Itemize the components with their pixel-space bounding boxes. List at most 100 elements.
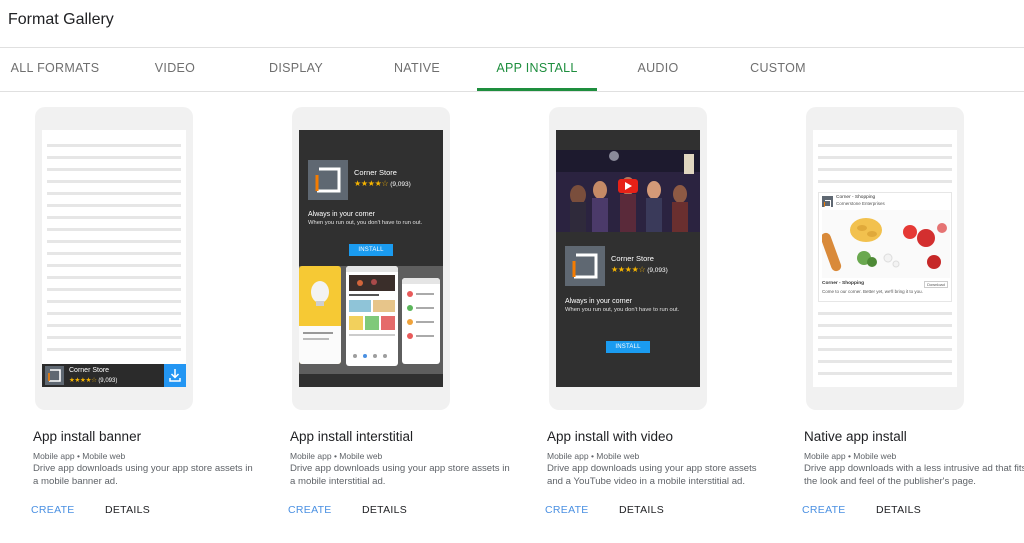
carousel-dot	[353, 354, 357, 358]
content-line	[47, 144, 181, 147]
store-name: Corner Store	[354, 168, 397, 177]
rating-stars: ★★★★☆	[611, 265, 646, 274]
tab-custom[interactable]: CUSTOM	[742, 48, 814, 91]
card-title: App install with video	[547, 429, 674, 444]
content-line	[47, 240, 181, 243]
tab-app-install[interactable]: APP INSTALL	[477, 48, 597, 91]
ad-subline: When you run out, you don't have to run …	[565, 307, 680, 313]
card-description: Drive app downloads with a less intrusiv…	[804, 463, 1024, 487]
card-native-app-install: Corner - Shopping Cornerstone Enterprise…	[771, 92, 1024, 543]
card-description: Drive app downloads using your app store…	[290, 463, 510, 487]
create-button[interactable]: CREATE	[31, 504, 75, 516]
store-rating: ★★★★☆ (9,093)	[611, 265, 668, 274]
content-line	[818, 180, 952, 183]
content-line	[47, 204, 181, 207]
content-line	[47, 348, 181, 351]
banner-rating: ★★★★☆ (9,093)	[69, 376, 117, 384]
content-line	[47, 228, 181, 231]
rating-stars: ★★★★☆	[69, 377, 97, 384]
card-title: Native app install	[804, 429, 907, 444]
tab-app-install-label: APP INSTALL	[496, 61, 578, 75]
create-button[interactable]: CREATE	[288, 504, 332, 516]
card-description: Drive app downloads using your app store…	[33, 463, 253, 487]
food-image	[820, 210, 950, 278]
content-line	[47, 288, 181, 291]
content-line	[818, 360, 952, 363]
content-line	[818, 168, 952, 171]
content-line	[818, 372, 952, 375]
content-line	[818, 144, 952, 147]
ad-subline: When you run out, you don't have to run …	[308, 220, 423, 226]
content-line	[47, 336, 181, 339]
native-ad: Corner - Shopping Cornerstone Enterprise…	[818, 192, 952, 302]
tab-native[interactable]: NATIVE	[386, 48, 448, 91]
content-line	[47, 264, 181, 267]
tab-display[interactable]: DISPLAY	[262, 48, 330, 91]
phone-preview[interactable]: Corner Store ★★★★☆ (9,093) Always in you…	[292, 107, 450, 410]
store-rating: ★★★★☆ (9,093)	[354, 179, 411, 188]
card-platforms: Mobile app • Mobile web	[547, 451, 640, 461]
banner-ad: Corner Store ★★★★☆ (9,093)	[42, 364, 186, 387]
rating-count: (9,093)	[390, 181, 411, 188]
screenshot-lightbulb	[299, 266, 341, 364]
card-app-install-with-video: Corner Store ★★★★☆ (9,093) Always in you…	[514, 92, 771, 543]
phone-preview[interactable]: Corner Store ★★★★☆ (9,093) Always in you…	[549, 107, 707, 410]
corner-store-logo-icon	[565, 246, 605, 286]
phone-screen: Corner Store ★★★★☆ (9,093) Always in you…	[299, 130, 443, 387]
phone-screen: Corner - Shopping Cornerstone Enterprise…	[813, 130, 957, 387]
card-platforms: Mobile app • Mobile web	[290, 451, 383, 461]
install-button: INSTALL	[606, 341, 650, 353]
card-platforms: Mobile app • Mobile web	[804, 451, 897, 461]
native-caption-title: Corner - Shopping	[822, 281, 865, 286]
rating-count: (9,093)	[647, 267, 668, 274]
rating-count: (9,093)	[98, 378, 118, 384]
ad-tagline: Always in your corner	[565, 298, 632, 305]
banner-app-name: Corner Store	[69, 367, 110, 374]
details-button[interactable]: DETAILS	[876, 504, 921, 516]
native-developer: Cornerstone Enterprises	[836, 201, 885, 206]
card-platforms: Mobile app • Mobile web	[33, 451, 126, 461]
content-line	[47, 156, 181, 159]
native-download-button: Download	[924, 281, 948, 288]
content-line	[47, 300, 181, 303]
content-line	[47, 180, 181, 183]
carousel-dot	[383, 354, 387, 358]
content-line	[47, 252, 181, 255]
content-line	[47, 216, 181, 219]
app-title: Format Gallery	[8, 11, 114, 28]
carousel-dot	[373, 354, 377, 358]
details-button[interactable]: DETAILS	[105, 504, 150, 516]
tab-video[interactable]: VIDEO	[145, 48, 205, 91]
format-gallery-page: Format Gallery ALL FORMATS VIDEO DISPLAY…	[0, 0, 1024, 543]
content-line	[818, 348, 952, 351]
content-line	[47, 168, 181, 171]
card-description: Drive app downloads using your app store…	[547, 463, 757, 487]
screenshot-store-home	[346, 266, 398, 366]
format-tabs: ALL FORMATS VIDEO DISPLAY NATIVE APP INS…	[0, 48, 1024, 91]
phone-preview[interactable]: Corner Store ★★★★☆ (9,093)	[35, 107, 193, 410]
card-app-install-banner: Corner Store ★★★★☆ (9,093) App install b…	[0, 92, 257, 543]
phone-preview[interactable]: Corner - Shopping Cornerstone Enterprise…	[806, 107, 964, 410]
download-icon	[164, 364, 186, 387]
store-name: Corner Store	[611, 254, 654, 263]
app-screenshots-carousel	[299, 266, 443, 374]
card-app-install-interstitial: Corner Store ★★★★☆ (9,093) Always in you…	[257, 92, 514, 543]
carousel-dot-active	[363, 354, 367, 358]
content-line	[47, 192, 181, 195]
tab-audio[interactable]: AUDIO	[628, 48, 688, 91]
content-line	[818, 312, 952, 315]
install-button: INSTALL	[349, 244, 393, 256]
screenshot-product-list	[402, 278, 440, 364]
details-button[interactable]: DETAILS	[362, 504, 407, 516]
corner-store-logo-icon	[45, 366, 64, 385]
create-button[interactable]: CREATE	[545, 504, 589, 516]
tab-all-formats[interactable]: ALL FORMATS	[10, 48, 100, 91]
card-title: App install banner	[33, 429, 142, 444]
content-line	[47, 324, 181, 327]
ad-tagline: Always in your corner	[308, 211, 375, 218]
native-caption-text: Come to our corner. Better yet, we'll br…	[822, 289, 923, 294]
create-button[interactable]: CREATE	[802, 504, 846, 516]
card-title: App install interstitial	[290, 429, 414, 444]
details-button[interactable]: DETAILS	[619, 504, 664, 516]
phone-screen: Corner Store ★★★★☆ (9,093) Always in you…	[556, 130, 700, 387]
